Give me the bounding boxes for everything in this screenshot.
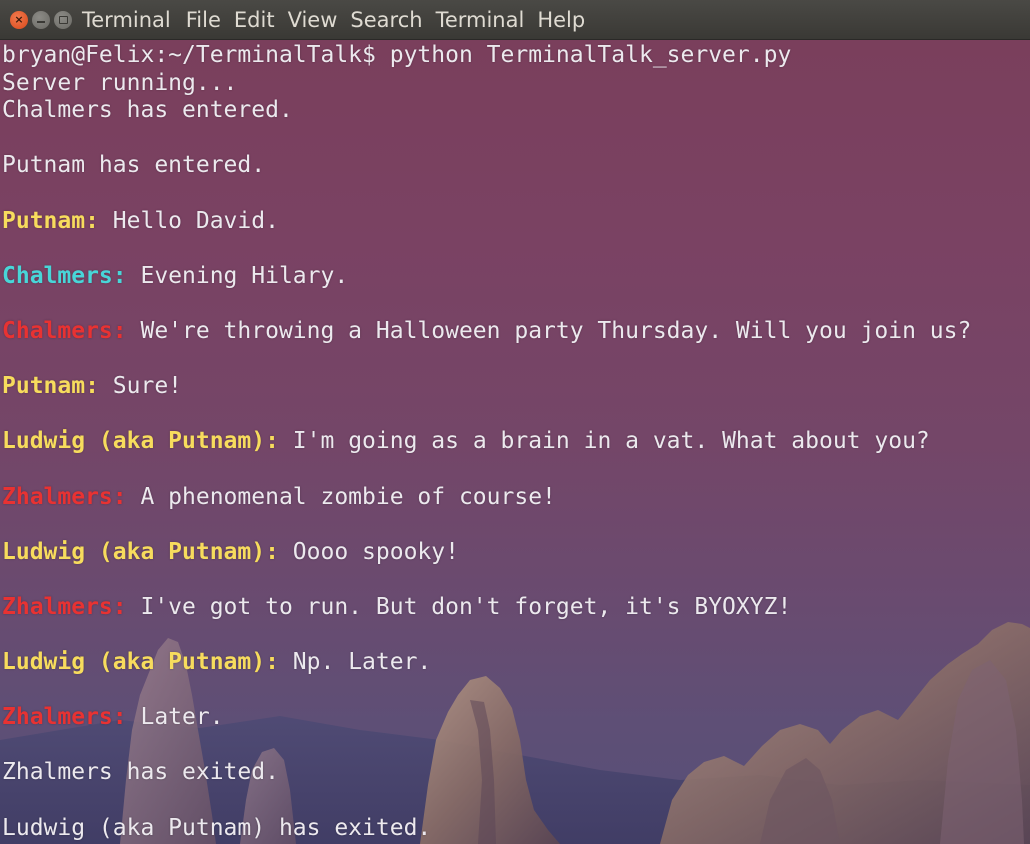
speaker-name: Ludwig (aka Putnam):: [2, 428, 279, 455]
line-text: Server running...: [2, 69, 238, 96]
menu-bar: × Terminal File Edit View Search Termina…: [0, 0, 1030, 40]
terminal-output: bryan@Felix:~/TerminalTalk$ python Termi…: [2, 42, 971, 842]
window-title: Terminal: [82, 7, 171, 32]
chat-message-line: Ludwig (aka Putnam): Np. Later.: [2, 649, 971, 677]
line-text: Putnam has entered.: [2, 152, 266, 179]
speaker-name: Zhalmers:: [2, 593, 127, 620]
message-text: Np. Later.: [278, 649, 432, 676]
message-text: Hello David.: [98, 207, 279, 234]
message-text: A phenomenal zombie of course!: [126, 483, 556, 510]
menu-help[interactable]: Help: [537, 8, 585, 32]
terminal-window: × Terminal File Edit View Search Termina…: [0, 0, 1030, 844]
terminal-line: Putnam has entered.: [2, 152, 971, 180]
line-text: Zhalmers has exited.: [2, 759, 279, 786]
menu-items: Terminal File Edit View Search Terminal …: [82, 8, 598, 32]
chat-message-line: Zhalmers: A phenomenal zombie of course!: [2, 484, 971, 512]
menu-file[interactable]: File: [186, 8, 221, 32]
line-text: Chalmers has entered.: [2, 97, 293, 124]
menu-search[interactable]: Search: [350, 8, 422, 32]
chat-message-line: Ludwig (aka Putnam): Oooo spooky!: [2, 539, 971, 567]
chat-message-line: Zhalmers: Later.: [2, 704, 971, 732]
terminal-area[interactable]: bryan@Felix:~/TerminalTalk$ python Termi…: [0, 40, 1030, 844]
chat-message-line: Ludwig (aka Putnam): I'm going as a brai…: [2, 428, 971, 456]
speaker-name: Ludwig (aka Putnam):: [2, 649, 279, 676]
message-text: Oooo spooky!: [278, 538, 459, 565]
speaker-name: Ludwig (aka Putnam):: [2, 538, 279, 565]
speaker-name: Putnam:: [2, 373, 99, 400]
chat-message-line: Putnam: Hello David.: [2, 208, 971, 236]
chat-message-line: Zhalmers: I've got to run. But don't for…: [2, 594, 971, 622]
chat-message-line: Chalmers: We're throwing a Halloween par…: [2, 318, 971, 346]
speaker-name: Chalmers:: [2, 317, 127, 344]
speaker-name: Zhalmers:: [2, 704, 127, 731]
message-text: Later.: [126, 704, 224, 731]
terminal-line: Server running...: [2, 70, 971, 98]
terminal-line: bryan@Felix:~/TerminalTalk$ python Termi…: [2, 42, 971, 70]
chat-message-line: Putnam: Sure!: [2, 373, 971, 401]
menu-terminal[interactable]: Terminal: [436, 8, 525, 32]
menu-view[interactable]: View: [288, 8, 338, 32]
message-text: Sure!: [98, 373, 183, 400]
close-icon[interactable]: ×: [10, 10, 28, 29]
menu-edit[interactable]: Edit: [234, 8, 275, 32]
line-text: bryan@Felix:~/TerminalTalk$ python Termi…: [2, 42, 792, 68]
message-text: I've got to run. But don't forget, it's …: [126, 593, 792, 620]
speaker-name: Putnam:: [2, 207, 99, 234]
terminal-line: Ludwig (aka Putnam) has exited.: [2, 815, 971, 843]
message-text: We're throwing a Halloween party Thursda…: [126, 317, 972, 344]
speaker-name: Zhalmers:: [2, 483, 127, 510]
message-text: Evening Hilary.: [126, 262, 349, 289]
message-text: I'm going as a brain in a vat. What abou…: [278, 428, 930, 455]
speaker-name: Chalmers:: [2, 262, 127, 289]
line-text: Ludwig (aka Putnam) has exited.: [2, 814, 432, 841]
chat-message-line: Chalmers: Evening Hilary.: [2, 263, 971, 291]
minimize-icon[interactable]: [32, 10, 50, 29]
terminal-line: Zhalmers has exited.: [2, 759, 971, 787]
terminal-line: Chalmers has entered.: [2, 97, 971, 125]
maximize-icon[interactable]: [54, 10, 72, 29]
